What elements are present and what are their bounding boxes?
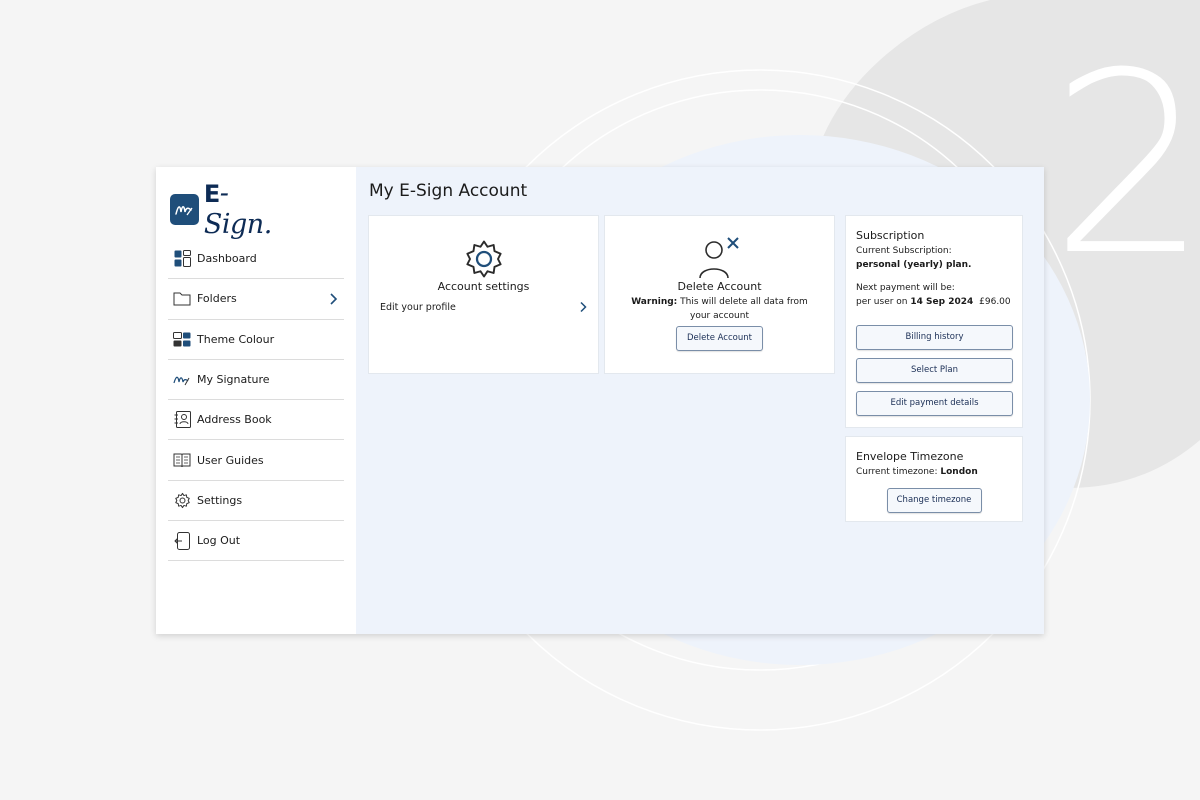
sidebar: E-Sign. Dashboard Folders Theme Colour M… <box>156 167 356 634</box>
sidebar-item-label: User Guides <box>197 453 264 467</box>
sidebar-nav: Dashboard Folders Theme Colour My Signat… <box>168 239 344 562</box>
delete-account-button[interactable]: Delete Account <box>676 326 763 351</box>
logout-icon <box>173 531 191 550</box>
edit-profile-label: Edit your profile <box>380 302 456 313</box>
sidebar-item-address-book[interactable]: Address Book <box>168 400 344 441</box>
palette-icon <box>173 330 191 348</box>
current-subscription-label: Current Subscription: <box>856 246 952 256</box>
account-settings-card[interactable]: Account settings Edit your profile <box>368 215 599 374</box>
next-payment-detail: per user on 14 Sep 2024 £96.00 <box>856 297 1011 307</box>
dashboard-icon <box>173 250 191 268</box>
page-title: My E-Sign Account <box>369 181 528 201</box>
next-payment-amount: £96.00 <box>979 297 1011 307</box>
sidebar-item-label: Log Out <box>197 534 241 548</box>
chevron-right-icon[interactable] <box>328 292 338 306</box>
remove-user-icon <box>605 236 834 280</box>
signature-icon <box>173 371 191 389</box>
sidebar-item-label: Theme Colour <box>197 332 275 346</box>
sidebar-item-label: Settings <box>197 493 243 507</box>
sidebar-item-user-guides[interactable]: User Guides <box>168 440 344 481</box>
sidebar-item-label: Dashboard <box>197 252 257 266</box>
sidebar-item-theme-colour[interactable]: Theme Colour <box>168 320 344 360</box>
edit-payment-details-button[interactable]: Edit payment details <box>856 391 1013 416</box>
folder-icon <box>173 290 191 308</box>
timezone-title: Envelope Timezone <box>856 450 964 463</box>
subscription-card: Subscription Current Subscription: perso… <box>845 215 1023 428</box>
delete-account-title: Delete Account <box>677 280 762 293</box>
sidebar-item-my-signature[interactable]: My Signature <box>168 360 344 401</box>
gear-icon <box>173 491 191 509</box>
sidebar-item-label: Address Book <box>197 413 272 427</box>
current-subscription-value: personal (yearly) plan. <box>856 260 972 270</box>
next-payment-date: 14 Sep 2024 <box>910 297 974 307</box>
delete-account-card: Delete Account Warning: This will delete… <box>604 215 835 374</box>
account-settings-title: Account settings <box>437 280 530 293</box>
logo[interactable]: E-Sign. <box>170 178 290 240</box>
select-plan-button[interactable]: Select Plan <box>856 358 1013 383</box>
sidebar-item-log-out[interactable]: Log Out <box>168 521 344 562</box>
logo-text: E-Sign. <box>203 178 272 240</box>
chevron-right-icon <box>580 301 587 313</box>
timezone-card: Envelope Timezone Current timezone: Lond… <box>845 436 1023 522</box>
sidebar-item-settings[interactable]: Settings <box>168 481 344 522</box>
sidebar-item-label: Folders <box>197 292 237 306</box>
book-icon <box>173 451 191 469</box>
address-book-icon <box>173 411 191 429</box>
step-number: 2 <box>1050 19 1200 310</box>
next-payment-label: Next payment will be: <box>856 283 955 293</box>
billing-history-button[interactable]: Billing history <box>856 325 1013 350</box>
sidebar-item-folders[interactable]: Folders <box>168 279 344 320</box>
gear-icon <box>369 238 598 280</box>
edit-profile-link[interactable]: Edit your profile <box>380 301 587 313</box>
warning-label: Warning: <box>631 297 678 307</box>
sidebar-item-dashboard[interactable]: Dashboard <box>168 239 344 280</box>
subscription-title: Subscription <box>856 229 925 242</box>
sidebar-item-label: My Signature <box>197 373 270 387</box>
logo-mark-icon <box>170 193 199 225</box>
app-window: E-Sign. Dashboard Folders Theme Colour M… <box>156 167 1044 634</box>
current-timezone-value: London <box>940 467 978 477</box>
change-timezone-button[interactable]: Change timezone <box>886 488 982 513</box>
delete-warning: Warning: This will delete all data from … <box>621 295 818 323</box>
warning-text: This will delete all data from your acco… <box>680 297 808 321</box>
main-content: My E-Sign Account Account settings Edit … <box>356 167 1044 634</box>
current-timezone: Current timezone: London <box>856 467 978 477</box>
